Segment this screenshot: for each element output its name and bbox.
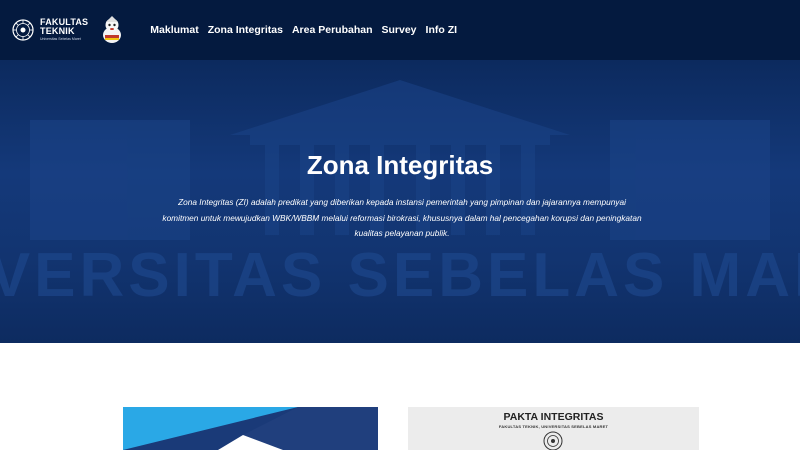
mascot-icon <box>103 16 122 43</box>
nav-item-info-zi[interactable]: Info ZI <box>426 24 458 36</box>
university-seal-icon <box>12 19 34 41</box>
pakta-integritas-card[interactable]: PAKTA INTEGRITAS FAKULTAS TEKNIK, UNIVER… <box>408 407 699 450</box>
banner-graphic <box>123 407 378 450</box>
logo-subtitle: Universitas Sebelas Maret <box>40 37 81 42</box>
content-section: PAKTA INTEGRITAS FAKULTAS TEKNIK, UNIVER… <box>0 343 800 450</box>
hero-watermark-text: UNIVERSITAS SEBELAS MARET <box>0 241 800 310</box>
logo-text: FAKULTAS TEKNIK Universitas Sebelas Mare… <box>40 18 88 42</box>
nav-item-maklumat[interactable]: Maklumat <box>150 24 198 36</box>
nav-item-survey[interactable]: Survey <box>382 24 417 36</box>
university-seal-icon <box>543 431 563 450</box>
logo-title-line2: TEKNIK <box>40 26 75 37</box>
zi-banner-card[interactable] <box>123 407 378 450</box>
nav-item-zona-integritas[interactable]: Zona Integritas <box>208 24 283 36</box>
pakta-title: PAKTA INTEGRITAS <box>503 411 604 423</box>
hero-title: Zona Integritas <box>306 150 494 180</box>
hero-banner: UNIVERSITAS SEBELAS MARET Zona Integrita… <box>0 60 800 343</box>
nav-item-area-perubahan[interactable]: Area Perubahan <box>292 24 373 36</box>
faculty-logo[interactable]: FAKULTAS TEKNIK Universitas Sebelas Mare… <box>12 15 124 45</box>
main-nav: Maklumat Zona Integritas Area Perubahan … <box>150 24 466 36</box>
top-navbar: FAKULTAS TEKNIK Universitas Sebelas Mare… <box>0 0 800 60</box>
pakta-subtitle: FAKULTAS TEKNIK, UNIVERSITAS SEBELAS MAR… <box>498 424 609 429</box>
hero-description: Zona Integritas (ZI) adalah predikat yan… <box>162 197 642 238</box>
